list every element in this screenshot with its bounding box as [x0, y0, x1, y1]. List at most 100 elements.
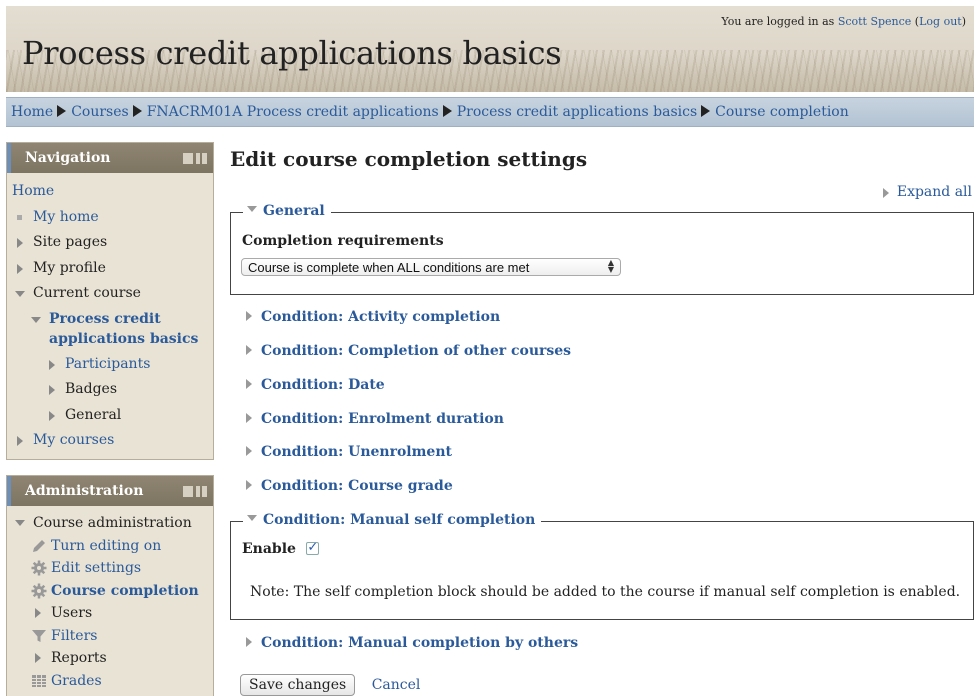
nav-general-label[interactable]: General	[65, 403, 121, 429]
manual-self-completion-legend[interactable]: Condition: Manual self completion	[243, 512, 542, 528]
admin-item-turn-editing[interactable]: Turn editing on	[7, 535, 213, 558]
cancel-button[interactable]: Cancel	[372, 677, 421, 693]
breadcrumb-home[interactable]: Home	[11, 104, 53, 120]
nav-item-general[interactable]: General	[7, 403, 213, 429]
expand-arrow-icon[interactable]	[49, 385, 55, 395]
nav-badges-label[interactable]: Badges	[65, 377, 117, 403]
nav-item-course[interactable]: Process credit applications basics	[7, 307, 213, 352]
nav-course-label-line2[interactable]: applications basics	[49, 327, 198, 353]
expand-arrow-icon[interactable]	[246, 379, 252, 389]
collapse-arrow-icon[interactable]	[31, 316, 41, 323]
nav-item-home[interactable]: Home	[7, 179, 213, 205]
enable-label: Enable	[242, 541, 296, 557]
nav-item-my-home[interactable]: My home	[7, 205, 213, 231]
condition-unenrolment[interactable]: Condition: Unenrolment	[246, 444, 452, 460]
condition-label[interactable]: Condition: Activity completion	[261, 309, 500, 325]
navigation-block-header: Navigation	[7, 143, 213, 173]
expand-arrow-icon[interactable]	[17, 436, 23, 446]
admin-course-completion-label[interactable]: Course completion	[51, 580, 199, 603]
admin-item-course-administration[interactable]: Course administration	[7, 512, 213, 535]
hide-block-icon[interactable]	[183, 486, 193, 497]
completion-requirements-dropdown[interactable]: Course is complete when ALL conditions a…	[241, 258, 621, 276]
admin-item-course-completion[interactable]: Course completion	[7, 580, 213, 603]
nav-item-my-profile[interactable]: My profile	[7, 256, 213, 282]
admin-course-admin-label[interactable]: Course administration	[33, 512, 192, 535]
condition-label[interactable]: Condition: Completion of other courses	[261, 343, 571, 359]
expand-arrow-icon[interactable]	[246, 637, 252, 647]
nav-participants-label[interactable]: Participants	[65, 352, 150, 378]
condition-activity-completion[interactable]: Condition: Activity completion	[246, 309, 500, 325]
nav-item-badges[interactable]: Badges	[7, 377, 213, 403]
condition-label[interactable]: Condition: Date	[261, 377, 385, 393]
admin-item-reports[interactable]: Reports	[7, 647, 213, 670]
enable-checkbox[interactable]	[306, 540, 320, 555]
condition-course-grade[interactable]: Condition: Course grade	[246, 478, 453, 494]
admin-edit-settings-label[interactable]: Edit settings	[51, 557, 141, 580]
condition-label[interactable]: Condition: Manual completion by others	[261, 635, 578, 651]
logout-link[interactable]: Log out	[919, 15, 962, 28]
expand-all[interactable]: Expand all	[882, 184, 972, 200]
expand-arrow-icon[interactable]	[35, 608, 41, 618]
nav-my-profile-label[interactable]: My profile	[33, 256, 106, 282]
nav-item-my-courses[interactable]: My courses	[7, 428, 213, 454]
condition-other-courses[interactable]: Condition: Completion of other courses	[246, 343, 571, 359]
breadcrumb-category[interactable]: FNACRM01A Process credit applications	[147, 104, 439, 120]
admin-item-grades[interactable]: Grades	[7, 670, 213, 693]
admin-item-edit-settings[interactable]: Edit settings	[7, 557, 213, 580]
nav-item-current-course[interactable]: Current course	[7, 281, 213, 307]
collapse-arrow-icon[interactable]	[247, 206, 257, 212]
condition-enrolment-duration[interactable]: Condition: Enrolment duration	[246, 411, 504, 427]
nav-site-pages-label[interactable]: Site pages	[33, 230, 107, 256]
breadcrumb-separator-icon	[57, 105, 67, 117]
condition-manual-by-others[interactable]: Condition: Manual completion by others	[246, 635, 578, 651]
dock-block-icon[interactable]	[196, 486, 207, 497]
expand-all-link[interactable]: Expand all	[897, 184, 972, 200]
expand-arrow-icon[interactable]	[35, 653, 41, 663]
expand-arrow-icon[interactable]	[246, 446, 252, 456]
breadcrumb-current[interactable]: Course completion	[715, 104, 849, 120]
manual-self-completion-label[interactable]: Condition: Manual self completion	[263, 512, 535, 528]
expand-arrow-icon[interactable]	[17, 263, 23, 274]
admin-item-filters[interactable]: Filters	[7, 625, 213, 648]
nav-my-home-label[interactable]: My home	[33, 205, 99, 231]
condition-label[interactable]: Condition: Course grade	[261, 478, 453, 494]
admin-users-label[interactable]: Users	[51, 602, 92, 625]
condition-label[interactable]: Condition: Unenrolment	[261, 444, 452, 460]
nav-item-site-pages[interactable]: Site pages	[7, 230, 213, 256]
collapse-arrow-icon[interactable]	[15, 291, 25, 297]
expand-arrow-icon[interactable]	[49, 359, 55, 370]
condition-label[interactable]: Condition: Enrolment duration	[261, 411, 504, 427]
general-legend[interactable]: General	[243, 203, 331, 219]
breadcrumb-courses[interactable]: Courses	[71, 104, 129, 120]
user-name-link[interactable]: Scott Spence	[838, 15, 912, 28]
admin-item-users[interactable]: Users	[7, 602, 213, 625]
nav-current-course-label[interactable]: Current course	[33, 281, 141, 307]
nav-home-label[interactable]: Home	[12, 179, 54, 205]
nav-item-participants[interactable]: Participants	[7, 352, 213, 378]
general-legend-label[interactable]: General	[263, 203, 325, 219]
save-changes-button[interactable]: Save changes	[240, 674, 356, 696]
condition-date[interactable]: Condition: Date	[246, 377, 385, 393]
dock-block-icon[interactable]	[196, 153, 207, 164]
filter-icon	[32, 629, 46, 642]
collapse-arrow-icon[interactable]	[247, 515, 257, 521]
expand-arrow-icon[interactable]	[246, 311, 252, 321]
expand-arrow-icon[interactable]	[17, 238, 23, 248]
collapse-arrow-icon[interactable]	[15, 520, 25, 526]
admin-filters-label[interactable]: Filters	[51, 625, 97, 648]
expand-arrow-icon[interactable]	[246, 413, 252, 423]
expand-arrow-icon[interactable]	[246, 480, 252, 490]
hide-block-icon[interactable]	[183, 153, 193, 164]
page-title: Process credit applications basics	[22, 34, 562, 72]
breadcrumb-course[interactable]: Process credit applications basics	[457, 104, 697, 120]
completion-requirements-select[interactable]: Course is complete when ALL conditions a…	[241, 258, 621, 276]
expand-arrow-icon[interactable]	[49, 410, 55, 421]
nav-my-courses-label[interactable]: My courses	[33, 428, 114, 454]
login-info: You are logged in as Scott Spence (Log o…	[721, 15, 966, 28]
navigation-block-title: Navigation	[25, 150, 111, 166]
enable-row: Enable	[242, 540, 320, 557]
admin-reports-label[interactable]: Reports	[51, 647, 107, 670]
admin-grades-label[interactable]: Grades	[51, 670, 102, 693]
expand-arrow-icon[interactable]	[246, 345, 252, 355]
admin-turn-editing-label[interactable]: Turn editing on	[51, 535, 161, 558]
